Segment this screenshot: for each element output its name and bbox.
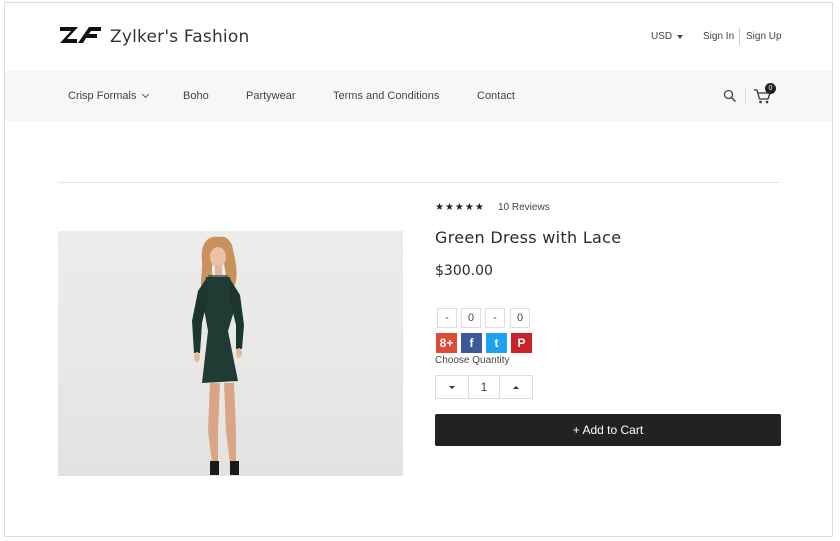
nav-item-terms[interactable]: Terms and Conditions (333, 90, 439, 102)
nav-item-label: Contact (477, 90, 515, 102)
google-plus-icon[interactable]: 8+ (436, 333, 457, 353)
content-divider (58, 182, 781, 183)
share-counter: - (437, 308, 457, 328)
zylker-logo-icon[interactable] (58, 24, 102, 50)
sign-up-link[interactable]: Sign Up (746, 31, 782, 42)
add-to-cart-button[interactable]: + Add to Cart (435, 414, 781, 446)
currency-selector[interactable]: USD (651, 31, 684, 42)
nav-item-boho[interactable]: Boho (183, 90, 209, 102)
quantity-decrease-button[interactable] (436, 376, 468, 398)
nav-item-label: Boho (183, 90, 209, 102)
sign-in-link[interactable]: Sign In (703, 31, 734, 42)
quantity-input[interactable]: 1 (468, 376, 500, 398)
caret-down-icon (677, 34, 684, 39)
cart-count-badge: 0 (765, 83, 776, 94)
quantity-stepper: 1 (435, 375, 533, 399)
nav-divider (745, 88, 746, 104)
search-icon[interactable] (723, 89, 737, 103)
facebook-icon[interactable]: f (461, 333, 482, 353)
dress-model-illustration (192, 236, 244, 475)
triangle-up-icon (513, 385, 519, 389)
nav-item-label: Crisp Formals (68, 90, 137, 102)
reviews-link[interactable]: 10 Reviews (498, 202, 550, 213)
brand-name[interactable]: Zylker's Fashion (110, 27, 249, 47)
rating-stars: ★★★★★ (435, 202, 485, 213)
share-counter: 0 (510, 308, 530, 328)
quantity-increase-button[interactable] (500, 376, 532, 398)
currency-label: USD (651, 31, 673, 42)
twitter-icon[interactable]: t (486, 333, 507, 353)
product-price: $300.00 (435, 263, 493, 279)
site-header: Zylker's Fashion USD Sign In Sign Up (5, 3, 832, 71)
main-nav: Crisp Formals Boho Partywear Terms and C… (5, 71, 832, 121)
nav-item-label: Partywear (246, 90, 296, 102)
share-counter: 0 (461, 308, 481, 328)
nav-item-contact[interactable]: Contact (477, 90, 515, 102)
nav-item-crisp-formals[interactable]: Crisp Formals (68, 90, 150, 102)
header-divider (739, 28, 740, 45)
pinterest-icon[interactable]: P (511, 333, 532, 353)
nav-item-label: Terms and Conditions (333, 90, 440, 102)
nav-item-partywear[interactable]: Partywear (246, 90, 296, 102)
product-title: Green Dress with Lace (435, 228, 622, 247)
page-frame: Zylker's Fashion USD Sign In Sign Up Cri… (4, 2, 833, 537)
triangle-down-icon (449, 385, 455, 389)
product-image[interactable] (58, 231, 403, 476)
quantity-label: Choose Quantity (435, 355, 510, 366)
chevron-down-icon (142, 90, 150, 99)
share-counter: - (485, 308, 505, 328)
